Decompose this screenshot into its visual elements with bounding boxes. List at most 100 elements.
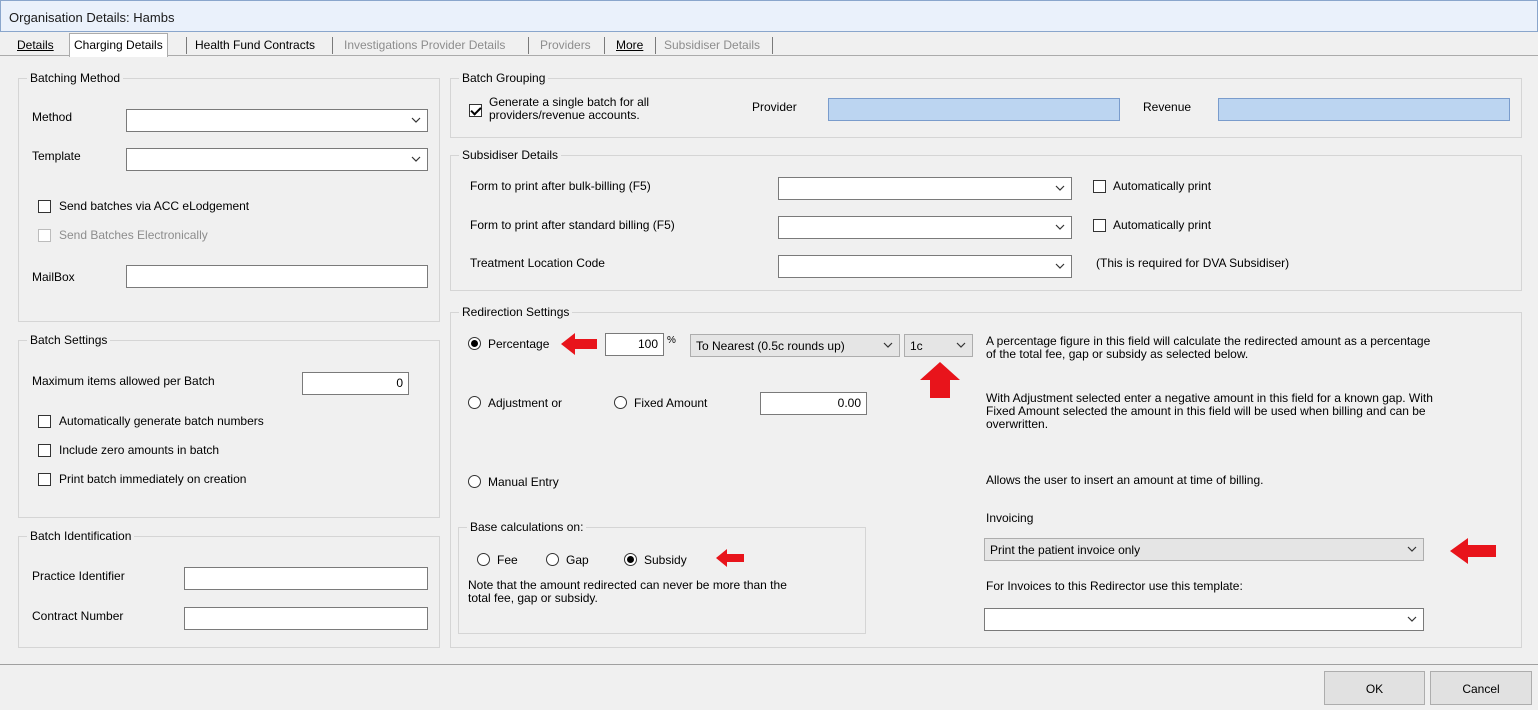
mailbox-label: MailBox	[32, 270, 75, 284]
base-fee-radio[interactable]	[477, 553, 490, 566]
tab-separator	[332, 37, 333, 54]
fixed-amount-input[interactable]: 0.00	[760, 392, 867, 415]
revenue-label: Revenue	[1143, 100, 1192, 114]
annotation-arrow-left-icon	[1450, 538, 1496, 564]
base-fee-label: Fee	[497, 553, 518, 567]
redirection-settings-legend: Redirection Settings	[459, 305, 573, 319]
window-title: Organisation Details: Hambs	[9, 10, 175, 25]
rounding-unit-select[interactable]: 1c	[904, 334, 973, 357]
provider-input[interactable]	[828, 98, 1120, 121]
window-title-bar: Organisation Details: Hambs	[0, 0, 1538, 32]
chevron-down-icon	[1055, 263, 1065, 269]
treatment-location-label: Treatment Location Code	[470, 256, 605, 270]
template-select[interactable]	[126, 148, 428, 171]
bulk-auto-print-checkbox[interactable]	[1093, 180, 1106, 193]
fixed-amount-radio[interactable]	[614, 396, 627, 409]
adjustment-note: With Adjustment selected enter a negativ…	[986, 391, 1433, 431]
tab-details[interactable]: Details	[17, 36, 54, 56]
chevron-down-icon	[956, 342, 966, 348]
tab-more[interactable]: More	[616, 36, 643, 56]
tab-subsidiser-details[interactable]: Subsidiser Details	[664, 36, 760, 56]
send-acc-label: Send batches via ACC eLodgement	[59, 199, 250, 213]
single-batch-checkbox[interactable]	[469, 104, 482, 117]
batch-settings-group: Batch Settings	[18, 333, 440, 518]
chevron-down-icon	[411, 117, 421, 123]
revenue-input[interactable]	[1218, 98, 1510, 121]
practice-identifier-label: Practice Identifier	[32, 569, 125, 583]
button-bar: OK Cancel	[0, 664, 1538, 710]
chevron-down-icon	[1055, 185, 1065, 191]
contract-number-label: Contract Number	[32, 609, 124, 623]
print-immediately-label: Print batch immediately on creation	[59, 472, 247, 486]
auto-generate-checkbox[interactable]	[38, 415, 51, 428]
rounding-select[interactable]: To Nearest (0.5c rounds up)	[690, 334, 900, 357]
chevron-down-icon	[411, 156, 421, 162]
bulk-form-label: Form to print after bulk-billing (F5)	[470, 179, 651, 193]
manual-entry-radio[interactable]	[468, 475, 481, 488]
treatment-location-note: (This is required for DVA Subsidiser)	[1096, 256, 1290, 270]
chevron-down-icon	[1055, 224, 1065, 230]
cancel-button[interactable]: Cancel	[1430, 671, 1532, 705]
practice-identifier-input[interactable]	[184, 567, 428, 590]
auto-generate-label: Automatically generate batch numbers	[59, 414, 264, 428]
tab-providers[interactable]: Providers	[540, 36, 591, 56]
chevron-down-icon	[1407, 616, 1417, 622]
invoicing-select[interactable]: Print the patient invoice only	[984, 538, 1424, 561]
batch-grouping-legend: Batch Grouping	[459, 71, 549, 85]
percentage-input[interactable]: 100	[605, 333, 664, 356]
tab-separator	[604, 37, 605, 54]
method-label: Method	[32, 110, 73, 124]
base-gap-label: Gap	[566, 553, 589, 567]
batch-identification-legend: Batch Identification	[27, 529, 135, 543]
bulk-auto-print-label: Automatically print	[1113, 179, 1212, 193]
base-subsidy-label: Subsidy	[644, 553, 687, 567]
tab-separator	[528, 37, 529, 54]
include-zero-checkbox[interactable]	[38, 444, 51, 457]
subsidiser-details-legend: Subsidiser Details	[459, 148, 562, 162]
send-electronic-label: Send Batches Electronically	[59, 228, 208, 242]
standard-form-select[interactable]	[778, 216, 1072, 239]
manual-entry-label: Manual Entry	[488, 475, 559, 489]
tab-separator	[772, 37, 773, 54]
ok-button[interactable]: OK	[1324, 671, 1425, 705]
fixed-amount-label: Fixed Amount	[634, 396, 708, 410]
tab-investigations-provider-details[interactable]: Investigations Provider Details	[344, 36, 505, 56]
chevron-down-icon	[1407, 546, 1417, 552]
tab-charging-details[interactable]: Charging Details	[69, 33, 168, 57]
provider-label: Provider	[752, 100, 797, 114]
adjustment-radio[interactable]	[468, 396, 481, 409]
mailbox-input[interactable]	[126, 265, 428, 288]
print-immediately-checkbox[interactable]	[38, 473, 51, 486]
batch-identification-group: Batch Identification	[18, 529, 440, 648]
annotation-arrow-up-icon	[920, 362, 960, 398]
chevron-down-icon	[883, 342, 893, 348]
batch-settings-legend: Batch Settings	[27, 333, 111, 347]
base-subsidy-radio[interactable]	[624, 553, 637, 566]
invoice-template-select[interactable]	[984, 608, 1424, 631]
send-acc-checkbox[interactable]	[38, 200, 51, 213]
contract-number-input[interactable]	[184, 607, 428, 630]
manual-entry-note: Allows the user to insert an amount at t…	[986, 473, 1264, 487]
percentage-label: Percentage	[488, 337, 550, 351]
standard-form-label: Form to print after standard billing (F5…	[470, 218, 675, 232]
batching-method-legend: Batching Method	[27, 71, 124, 85]
annotation-arrow-left-icon	[561, 333, 597, 355]
tab-health-fund-contracts[interactable]: Health Fund Contracts	[195, 36, 315, 56]
invoice-template-label: For Invoices to this Redirector use this…	[986, 579, 1243, 593]
max-items-input[interactable]: 0	[302, 372, 409, 395]
percentage-radio[interactable]	[468, 337, 481, 350]
include-zero-label: Include zero amounts in batch	[59, 443, 220, 457]
template-label: Template	[32, 149, 81, 163]
percent-sign: %	[667, 335, 676, 346]
bulk-form-select[interactable]	[778, 177, 1072, 200]
tab-strip: Details Charging Details Health Fund Con…	[0, 32, 1538, 57]
adjustment-label: Adjustment or	[488, 396, 563, 410]
treatment-location-select[interactable]	[778, 255, 1072, 278]
base-gap-radio[interactable]	[546, 553, 559, 566]
method-select[interactable]	[126, 109, 428, 132]
send-electronic-checkbox[interactable]	[38, 229, 51, 242]
standard-auto-print-label: Automatically print	[1113, 218, 1212, 232]
standard-auto-print-checkbox[interactable]	[1093, 219, 1106, 232]
tab-separator	[186, 37, 187, 54]
max-items-label: Maximum items allowed per Batch	[32, 374, 215, 388]
